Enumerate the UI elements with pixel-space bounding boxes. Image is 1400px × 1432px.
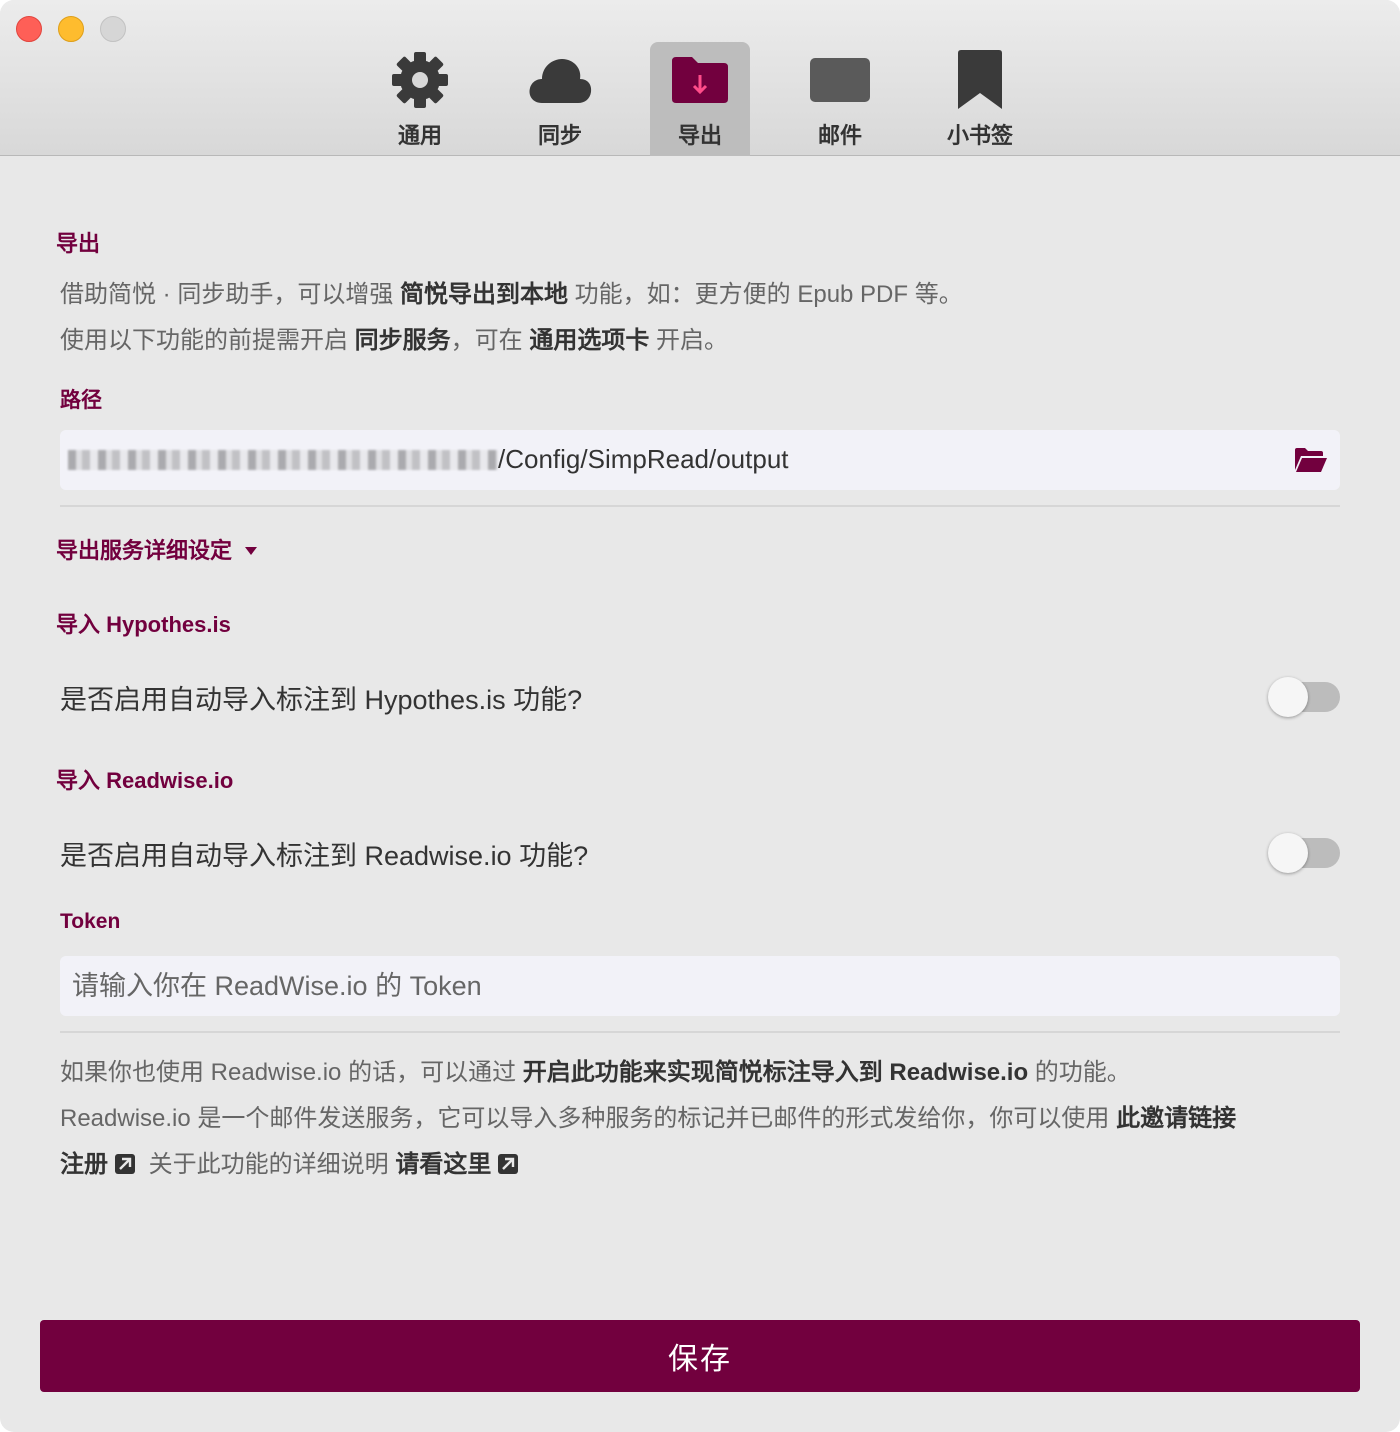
tab-bar: 通用 同步 导出 邮件 小书签 <box>370 42 1070 156</box>
token-input[interactable] <box>72 956 1328 1016</box>
tab-bookmarklet[interactable]: 小书签 <box>930 42 1030 156</box>
token-label: Token <box>60 910 121 933</box>
external-link-icon[interactable] <box>114 1153 136 1175</box>
desc-emphasis: 同步服务 <box>354 327 451 354</box>
path-label: 路径 <box>60 389 102 412</box>
mail-icon <box>808 48 872 112</box>
path-input[interactable]: /Config/SimpRead/output <box>60 430 1340 490</box>
info-text: Readwise.io 是一个邮件发送服务，它可以导入多种服务的标记并已邮件的形… <box>60 1105 1117 1132</box>
gear-icon <box>388 48 452 112</box>
zoom-window-button[interactable] <box>100 16 126 42</box>
readwise-toggle[interactable] <box>1268 833 1340 873</box>
readwise-toggle-row: 是否启用自动导入标注到 Readwise.io 功能? <box>60 828 1340 878</box>
hypothesis-toggle-label: 是否启用自动导入标注到 Hypothes.is 功能? <box>60 685 583 715</box>
divider <box>60 505 1340 507</box>
readwise-section-title: 导入 Readwise.io <box>56 768 234 793</box>
desc-text: 开启。 <box>649 327 729 354</box>
tab-general[interactable]: 通用 <box>370 42 470 156</box>
toggle-knob <box>1268 833 1308 873</box>
tab-export[interactable]: 导出 <box>650 42 750 156</box>
tab-label: 小书签 <box>946 123 1013 148</box>
cloud-icon <box>528 48 592 112</box>
desc-emphasis: 通用选项卡 <box>529 327 650 354</box>
titlebar: 通用 同步 导出 邮件 小书签 <box>0 0 1400 156</box>
export-details-label: 导出服务详细设定 <box>56 538 233 563</box>
bookmark-icon <box>948 48 1012 112</box>
export-details-toggle[interactable]: 导出服务详细设定 <box>56 533 258 565</box>
tab-label: 通用 <box>397 123 442 148</box>
folder-open-icon[interactable] <box>1294 446 1328 474</box>
details-link[interactable]: 请看这里 <box>395 1151 491 1178</box>
desc-text: 借助简悦 · 同步助手，可以增强 <box>60 281 400 308</box>
info-text: 关于此功能的详细说明 <box>142 1151 396 1178</box>
hypothesis-toggle[interactable] <box>1268 677 1340 717</box>
caret-down-icon <box>245 547 258 555</box>
close-window-button[interactable] <box>16 16 42 42</box>
external-link-icon[interactable] <box>497 1153 519 1175</box>
export-description-line-2: 使用以下功能的前提需开启 同步服务，可在 通用选项卡 开启。 <box>60 318 728 364</box>
path-value: /Config/SimpRead/output <box>498 444 789 474</box>
tab-sync[interactable]: 同步 <box>510 42 610 156</box>
folder-download-icon <box>668 48 732 112</box>
tab-label: 邮件 <box>817 123 862 148</box>
hypothesis-section-title: 导入 Hypothes.is <box>56 612 231 637</box>
info-text: 的功能。 <box>1028 1059 1131 1086</box>
info-emphasis: 开启此功能来实现简悦标注导入到 Readwise.io <box>522 1059 1029 1086</box>
export-section-title: 导出 <box>56 231 101 256</box>
desc-text: ，可在 <box>450 327 530 354</box>
readwise-info-line-2: Readwise.io 是一个邮件发送服务，它可以导入多种服务的标记并已邮件的形… <box>60 1096 1236 1142</box>
token-field[interactable] <box>60 956 1340 1016</box>
preferences-window: 通用 同步 导出 邮件 小书签 导出 借助简悦 · 同步助手，可以增强 简悦导出… <box>0 0 1400 1432</box>
tab-label: 同步 <box>537 123 582 148</box>
desc-text: 功能，如：更方便的 Epub PDF 等。 <box>568 281 963 308</box>
readwise-toggle-label: 是否启用自动导入标注到 Readwise.io 功能? <box>60 841 589 871</box>
toggle-knob <box>1268 677 1308 717</box>
tab-mail[interactable]: 邮件 <box>790 42 890 156</box>
path-redacted <box>68 450 498 470</box>
info-text: 如果你也使用 Readwise.io 的话，可以通过 <box>60 1059 523 1086</box>
invite-link[interactable]: 此邀请链接 <box>1116 1105 1236 1132</box>
save-button[interactable]: 保存 <box>40 1320 1360 1392</box>
minimize-window-button[interactable] <box>58 16 84 42</box>
desc-emphasis: 简悦导出到本地 <box>400 281 568 308</box>
export-description-line-1: 借助简悦 · 同步助手，可以增强 简悦导出到本地 功能，如：更方便的 Epub … <box>60 272 963 318</box>
desc-text: 使用以下功能的前提需开启 <box>60 327 355 354</box>
hypothesis-toggle-row: 是否启用自动导入标注到 Hypothes.is 功能? <box>60 672 1340 722</box>
divider <box>60 1031 1340 1033</box>
tab-label: 导出 <box>677 123 722 148</box>
readwise-info-line-3: 注册 关于此功能的详细说明 请看这里 <box>60 1142 525 1188</box>
readwise-info-line-1: 如果你也使用 Readwise.io 的话，可以通过 开启此功能来实现简悦标注导… <box>60 1050 1131 1096</box>
register-link[interactable]: 注册 <box>60 1151 108 1178</box>
